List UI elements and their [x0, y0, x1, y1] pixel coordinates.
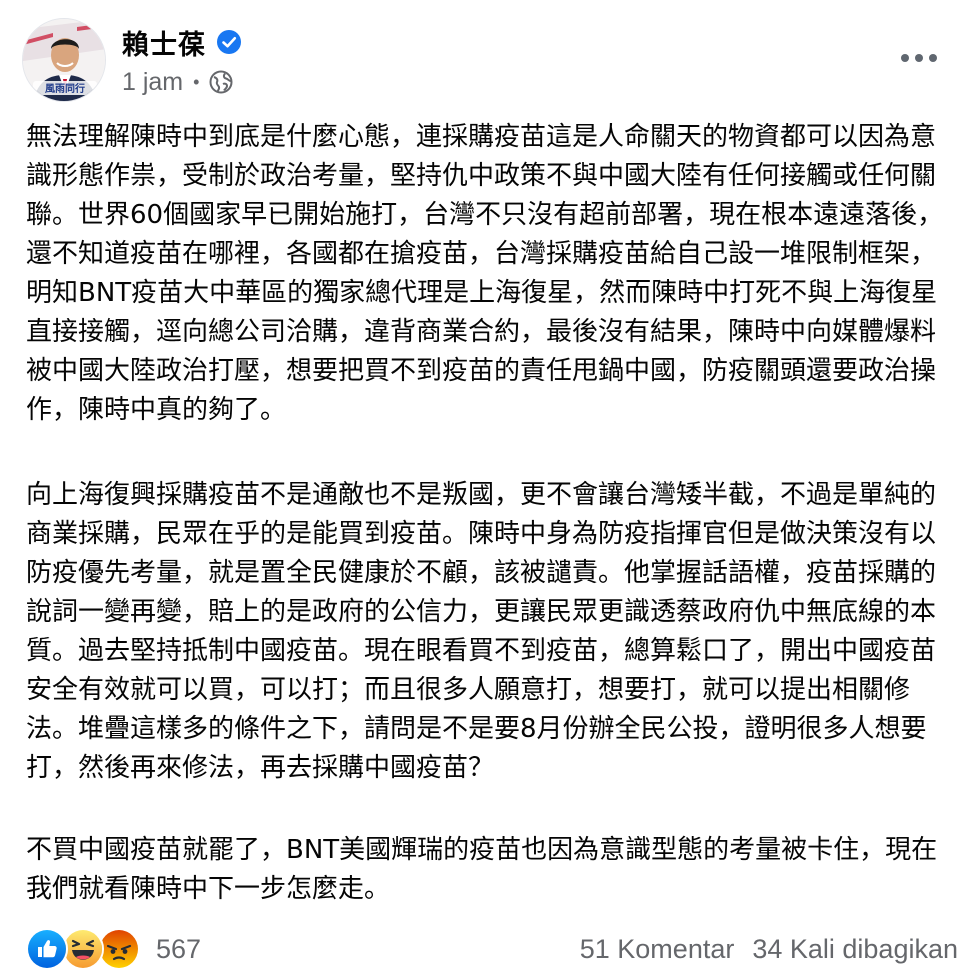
haha-icon — [62, 928, 104, 970]
author-row: 賴士葆 — [122, 22, 242, 62]
post-footer: 567 51 Komentar 34 Kali dibagikan — [26, 926, 958, 972]
post-meta: 1 jam • — [122, 66, 233, 98]
globe-icon[interactable] — [209, 70, 233, 94]
reactions-summary[interactable]: 567 — [26, 926, 201, 972]
post-paragraph-3: 不買中國疫苗就罷了，BNT美國輝瑞的疫苗也因為意識型態的考量被卡住，現在我們就看… — [26, 835, 938, 904]
like-icon — [26, 928, 68, 970]
angry-icon — [98, 928, 140, 970]
facebook-post: 風雨同行 賴士葆 1 jam • 無法理解陳時中到底是什麼心態，連採購疫苗這是人… — [0, 0, 980, 980]
author-avatar[interactable]: 風雨同行 — [22, 18, 106, 102]
more-options-button[interactable] — [894, 38, 944, 78]
post-timestamp[interactable]: 1 jam — [122, 68, 183, 97]
reaction-count[interactable]: 567 — [156, 934, 201, 965]
more-horizontal-icon — [901, 54, 909, 62]
verified-badge-icon — [216, 29, 242, 55]
post-paragraph-2: 向上海復興採購疫苗不是通敵也不是叛國，更不會讓台灣矮半截，不過是單純的商業採購，… — [26, 480, 937, 783]
post-paragraph-1: 無法理解陳時中到底是什麼心態，連採購疫苗這是人命關天的物資都可以因為意識形態作祟… — [26, 122, 944, 425]
engagement-counts: 51 Komentar 34 Kali dibagikan — [580, 926, 958, 972]
avatar-caption: 風雨同行 — [45, 82, 85, 95]
comment-count-link[interactable]: 51 Komentar — [580, 934, 735, 965]
post-header: 風雨同行 賴士葆 1 jam • — [22, 18, 958, 102]
meta-separator: • — [193, 71, 200, 92]
author-name[interactable]: 賴士葆 — [122, 23, 206, 62]
share-count-link[interactable]: 34 Kali dibagikan — [752, 934, 958, 965]
